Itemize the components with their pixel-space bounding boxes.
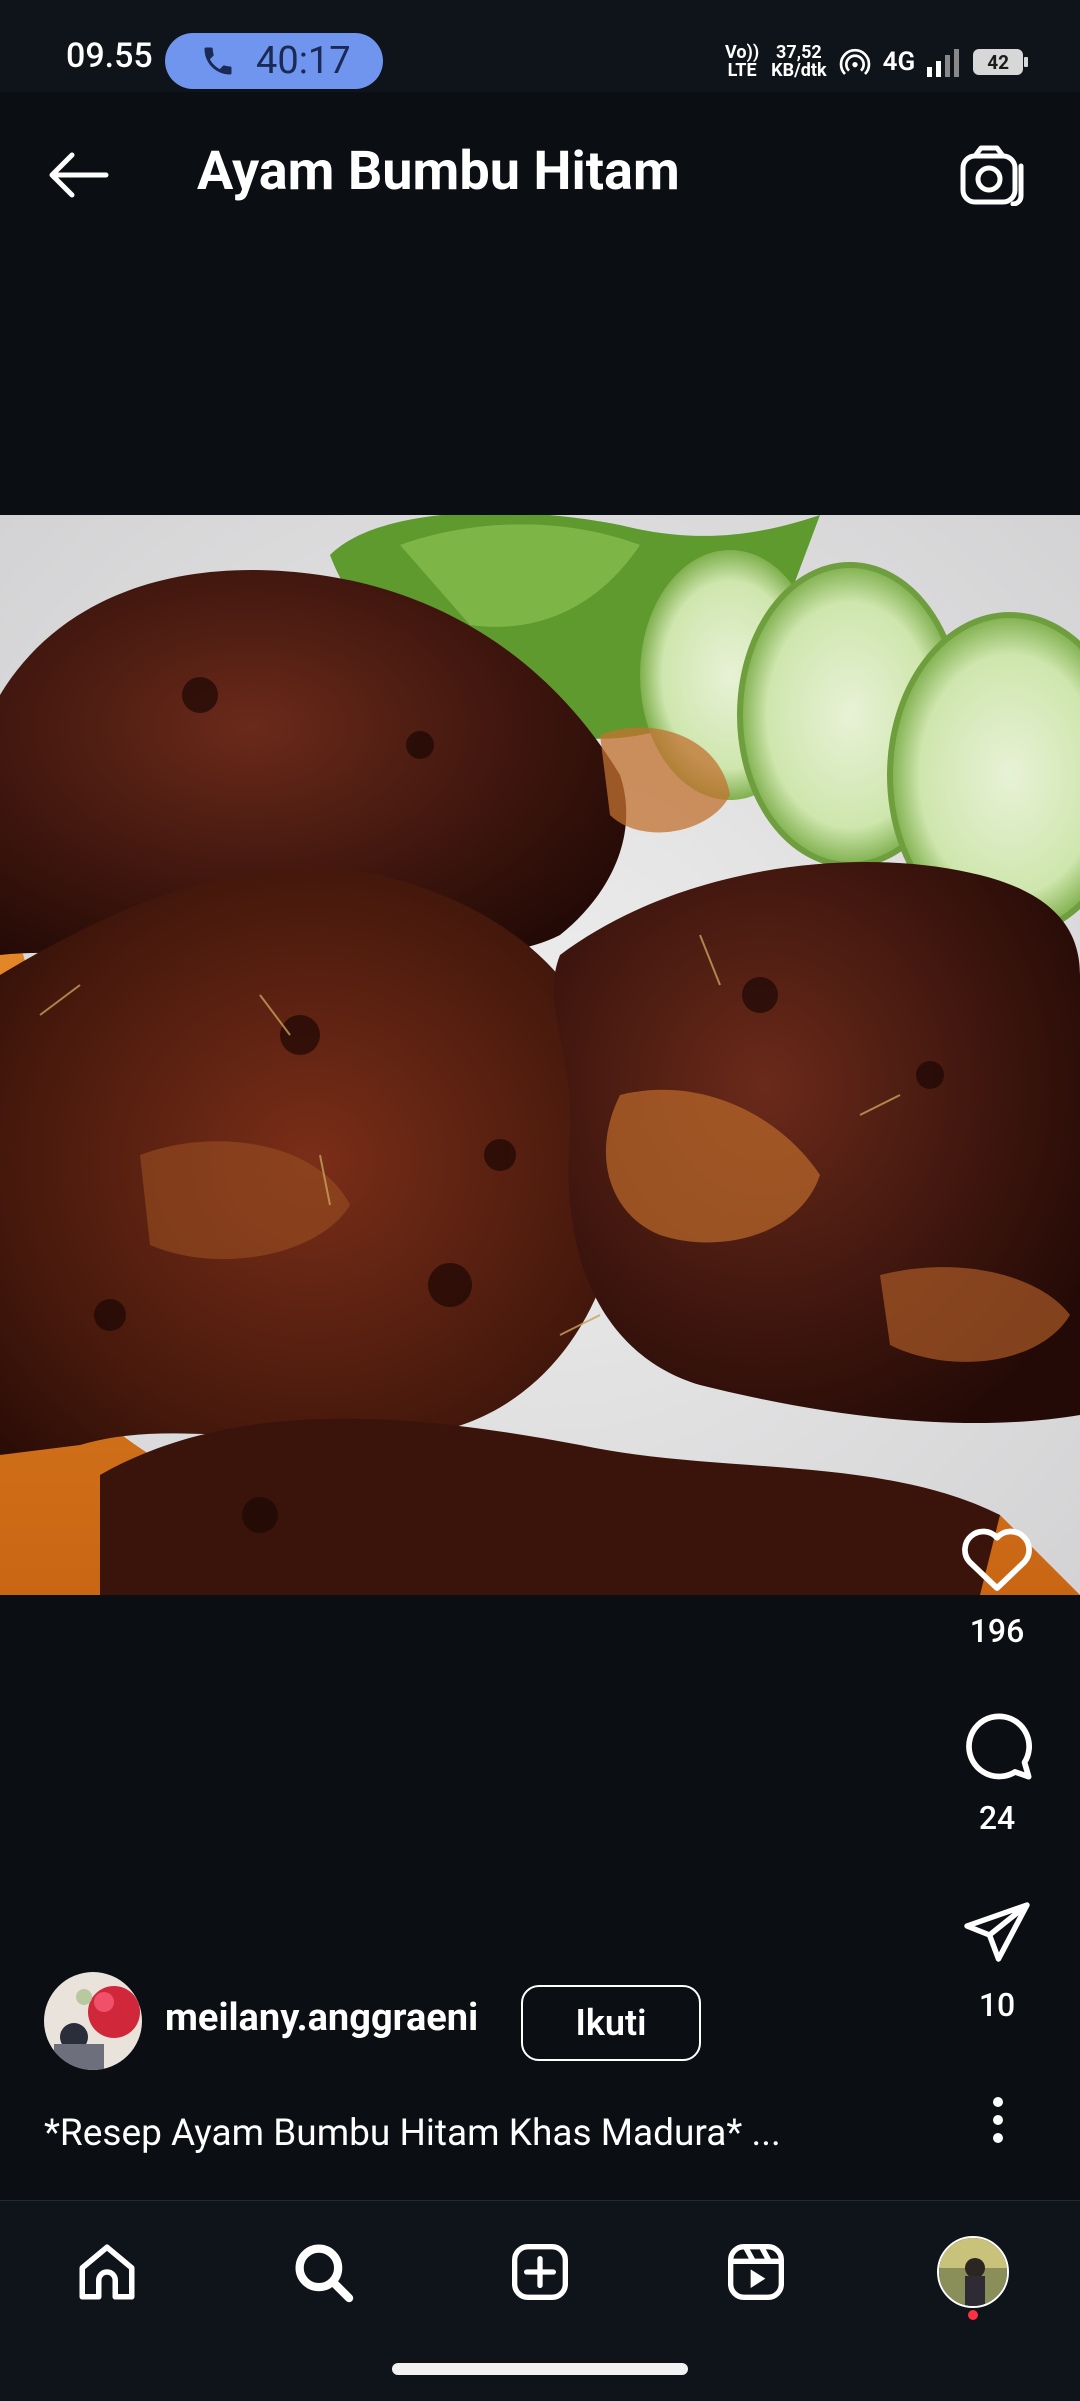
- post-caption[interactable]: *Resep Ayam Bumbu Hitam Khas Madura* ...: [44, 2112, 924, 2155]
- like-button[interactable]: [955, 1516, 1039, 1600]
- more-options-button[interactable]: [975, 2090, 1021, 2150]
- notification-dot: [968, 2310, 978, 2320]
- reels-icon: [728, 2244, 784, 2300]
- comment-count: 24: [978, 1799, 1016, 1837]
- author-avatar[interactable]: [44, 1972, 142, 2070]
- phone-icon: [204, 47, 232, 75]
- status-icons: Vo)) LTE 37,52 KB/dtk 4G 42: [725, 40, 1029, 84]
- comment-icon: [966, 1713, 1032, 1780]
- home-icon: [79, 2244, 135, 2300]
- author-username[interactable]: meilany.anggraeni: [165, 1996, 478, 2040]
- battery-icon: 42: [973, 49, 1029, 75]
- nav-home[interactable]: [52, 2222, 162, 2322]
- nav-profile[interactable]: [918, 2222, 1028, 2322]
- call-timer: 40:17: [256, 39, 351, 83]
- nav-reels[interactable]: [701, 2222, 811, 2322]
- ongoing-call-pill[interactable]: 40:17: [165, 33, 383, 89]
- share-count: 10: [978, 1986, 1016, 2024]
- volte-indicator: Vo)) LTE: [725, 42, 760, 81]
- food-image: [0, 515, 1080, 1595]
- search-icon: [295, 2244, 354, 2303]
- nav-create[interactable]: [485, 2222, 595, 2322]
- network-type: 4G: [882, 47, 916, 77]
- battery-level: 42: [987, 51, 1010, 74]
- send-icon: [964, 1902, 1030, 1962]
- page-title: Ayam Bumbu Hitam: [197, 140, 680, 203]
- network-speed: 37,52 KB/dtk: [771, 42, 827, 81]
- back-button[interactable]: [38, 140, 118, 210]
- comment-action: 24: [955, 1703, 1039, 1837]
- arrow-left-icon: [49, 152, 109, 198]
- reel-photo[interactable]: [0, 515, 1080, 1595]
- avatar-image: [44, 1972, 142, 2070]
- create-icon: [512, 2244, 568, 2300]
- follow-button[interactable]: Ikuti: [521, 1985, 701, 2061]
- signal-icon: [927, 49, 960, 77]
- heart-icon: [962, 1528, 1032, 1591]
- more-vertical-icon: [993, 2097, 1003, 2143]
- status-time: 09.55: [66, 36, 153, 76]
- hotspot-icon: [839, 48, 870, 75]
- comment-button[interactable]: [955, 1703, 1039, 1787]
- share-button[interactable]: [955, 1890, 1039, 1974]
- nav-search[interactable]: [268, 2222, 378, 2322]
- camera-icon: [960, 145, 1024, 206]
- home-indicator[interactable]: [392, 2363, 688, 2375]
- profile-avatar: [937, 2236, 1009, 2308]
- like-count: 196: [969, 1612, 1025, 1650]
- profile-avatar-image: [939, 2238, 1007, 2306]
- share-action: 10: [955, 1890, 1039, 2024]
- camera-button[interactable]: [952, 135, 1032, 215]
- like-action: 196: [955, 1516, 1039, 1650]
